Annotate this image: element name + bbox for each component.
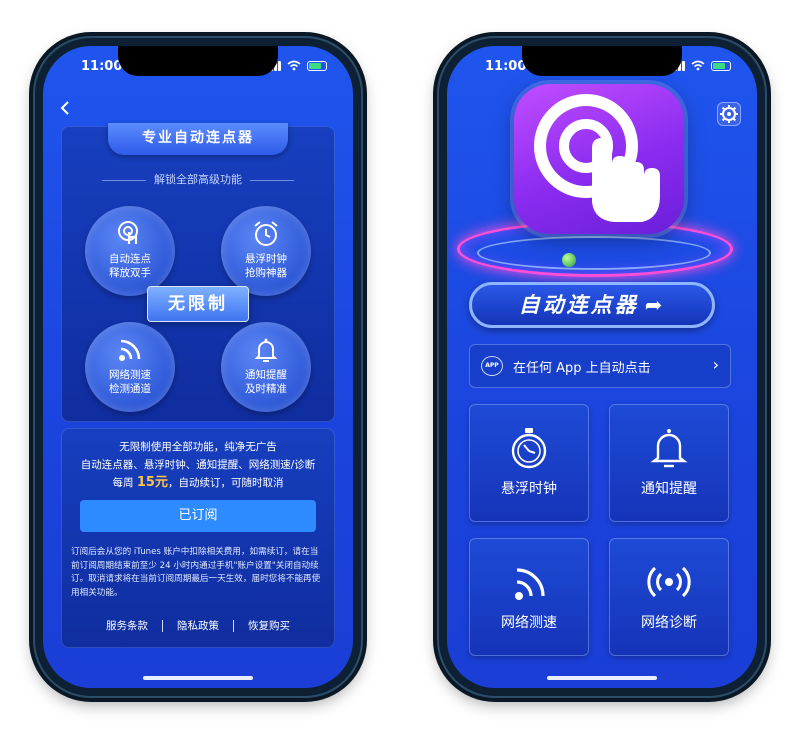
share-arrow-icon: ➦ bbox=[644, 293, 666, 317]
ribbon-title: 专业自动连点器 bbox=[108, 123, 288, 155]
home-indicator bbox=[547, 676, 657, 680]
phone-frame-right: 11:00 自动连点器 ➦ APP 在任何 App 上自动点击 › 悬浮时钟 通… bbox=[437, 36, 767, 698]
status-time: 11:00 bbox=[485, 59, 527, 74]
restore-purchase-link[interactable]: 恢复购买 bbox=[248, 618, 290, 633]
tile-label: 悬浮时钟 bbox=[501, 481, 557, 497]
settings-button[interactable] bbox=[717, 102, 741, 126]
feature-auto-click: 自动连点 释放双手 bbox=[85, 206, 175, 296]
terms-text: 订阅后会从您的 iTunes 账户中扣除相关费用，如需续订，请在当前订阅周期结束… bbox=[71, 547, 321, 598]
terms-of-service-link[interactable]: 服务条款 bbox=[106, 618, 148, 633]
privacy-policy-link[interactable]: 隐私政策 bbox=[177, 618, 219, 633]
battery-icon bbox=[711, 60, 731, 71]
desc-line-1: 无限制使用全部功能，纯净无广告 bbox=[119, 441, 277, 453]
feature-label: 网络测速 检测通道 bbox=[109, 369, 151, 395]
app-title-banner: 自动连点器 ➦ bbox=[469, 282, 715, 328]
status-time: 11:00 bbox=[81, 59, 123, 74]
subscription-info-card: 无限制使用全部功能，纯净无广告 自动连点器、悬浮时钟、通知提醒、网络测速/诊断 … bbox=[61, 428, 335, 648]
feature-label: 通知提醒 及时精准 bbox=[245, 369, 287, 395]
chevron-right-icon: › bbox=[712, 355, 719, 374]
stage-ring bbox=[477, 236, 711, 270]
feature-floating-clock: 悬浮时钟 抢购神器 bbox=[221, 206, 311, 296]
decorative-orb bbox=[562, 253, 576, 267]
home-indicator bbox=[143, 676, 253, 680]
price-prefix: 每周 bbox=[112, 477, 137, 489]
subscription-screen: 11:00 专业自动连点器 解锁全部高级功能 自动连点 释放双手 悬浮时钟 抢购… bbox=[43, 46, 353, 688]
home-screen: 11:00 自动连点器 ➦ APP 在任何 App 上自动点击 › 悬浮时钟 通… bbox=[447, 46, 757, 688]
price-value: 15元 bbox=[136, 475, 168, 490]
any-app-label: 在任何 App 上自动点击 bbox=[513, 361, 651, 376]
app-title: 自动连点器 bbox=[518, 293, 639, 317]
footer-links: 服务条款 隐私政策 恢复购买 bbox=[61, 618, 335, 633]
broadcast-icon bbox=[647, 566, 691, 598]
auto-click-any-app-row[interactable]: APP 在任何 App 上自动点击 › bbox=[469, 344, 731, 388]
desc-line-2: 自动连点器、悬浮时钟、通知提醒、网络测速/诊断 bbox=[80, 459, 316, 471]
link-divider bbox=[162, 619, 163, 632]
tile-network-speed[interactable]: 网络测速 bbox=[469, 538, 589, 656]
tile-label: 网络诊断 bbox=[641, 615, 697, 631]
feature-network-speed: 网络测速 检测通道 bbox=[85, 322, 175, 412]
tile-floating-clock[interactable]: 悬浮时钟 bbox=[469, 404, 589, 522]
link-divider bbox=[233, 619, 234, 632]
wifi-status-icon bbox=[691, 60, 705, 71]
tile-label: 通知提醒 bbox=[641, 481, 697, 497]
tile-network-diagnosis[interactable]: 网络诊断 bbox=[609, 538, 729, 656]
premium-features-card: 专业自动连点器 解锁全部高级功能 自动连点 释放双手 悬浮时钟 抢购神器 网络测… bbox=[61, 123, 335, 422]
back-button[interactable] bbox=[59, 98, 71, 120]
gear-icon bbox=[720, 105, 738, 123]
feature-label: 悬浮时钟 抢购神器 bbox=[245, 253, 287, 279]
subscribed-button[interactable]: 已订阅 bbox=[80, 500, 316, 532]
battery-icon bbox=[307, 60, 327, 71]
unlimited-badge: 无限制 bbox=[147, 286, 249, 322]
phone-frame-left: 11:00 专业自动连点器 解锁全部高级功能 自动连点 释放双手 悬浮时钟 抢购… bbox=[33, 36, 363, 698]
unlock-subtitle: 解锁全部高级功能 bbox=[61, 171, 335, 187]
feature-label: 自动连点 释放双手 bbox=[109, 253, 151, 279]
chevron-left-icon bbox=[60, 101, 69, 115]
price-suffix: ，自动续订，可随时取消 bbox=[167, 477, 284, 489]
desc-line-3: 每周 15元，自动续订，可随时取消 bbox=[61, 474, 335, 492]
subscription-description: 无限制使用全部功能，纯净无广告 自动连点器、悬浮时钟、通知提醒、网络测速/诊断 … bbox=[61, 438, 335, 492]
tile-notification[interactable]: 通知提醒 bbox=[609, 404, 729, 522]
tap-icon bbox=[534, 94, 660, 222]
wifi-status-icon bbox=[287, 60, 301, 71]
bell-icon bbox=[650, 429, 688, 468]
stopwatch-icon bbox=[511, 428, 547, 469]
tap-icon bbox=[118, 221, 138, 244]
wifi-icon bbox=[119, 339, 141, 361]
bell-icon bbox=[254, 338, 278, 362]
alarm-icon bbox=[254, 221, 278, 246]
wifi-icon bbox=[515, 568, 545, 600]
notch bbox=[522, 46, 682, 76]
app-badge-icon: APP bbox=[481, 356, 503, 376]
notch bbox=[118, 46, 278, 76]
feature-notification: 通知提醒 及时精准 bbox=[221, 322, 311, 412]
app-logo bbox=[514, 84, 684, 234]
tile-label: 网络测速 bbox=[501, 615, 557, 631]
